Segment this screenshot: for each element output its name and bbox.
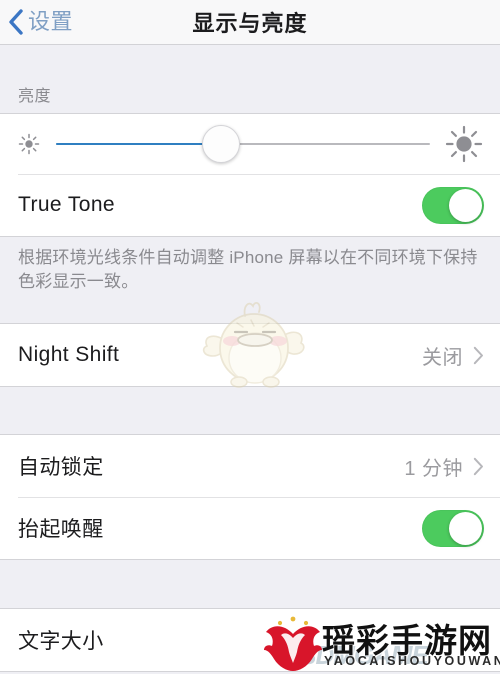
true-tone-toggle[interactable]	[422, 186, 484, 224]
sun-small-icon	[18, 133, 40, 155]
chevron-right-icon	[473, 457, 483, 475]
text-size-row[interactable]: 文字大小	[0, 609, 500, 671]
spacer-top	[0, 45, 500, 85]
auto-lock-label: 自动锁定	[18, 456, 104, 479]
auto-lock-value: 1 分钟	[404, 457, 463, 480]
raise-to-wake-toggle[interactable]	[422, 509, 484, 547]
night-shift-value: 关闭	[422, 346, 463, 369]
slider-fill	[56, 143, 221, 145]
page-title: 显示与亮度	[192, 11, 308, 36]
true-tone-description: 根据环境光线条件自动调整 iPhone 屏幕以在不同环境下保持色彩显示一致。	[0, 237, 500, 323]
night-shift-card: Night Shift 关闭	[0, 323, 500, 387]
brightness-slider-row	[0, 114, 500, 174]
navigation-bar: 设置 显示与亮度	[0, 0, 500, 45]
slider-thumb[interactable]	[201, 125, 240, 163]
sun-large-icon	[445, 125, 483, 163]
chevron-right-icon	[473, 346, 483, 364]
brightness-section-header: 亮度	[0, 85, 500, 113]
toggle-knob	[449, 511, 482, 545]
true-tone-row[interactable]: True Tone	[0, 174, 500, 236]
ios-settings-screen: 设置 显示与亮度 亮度 True Tone 根据环境光线条件自动调整 iPhon…	[0, 0, 500, 674]
night-shift-label: Night Shift	[18, 343, 120, 366]
raise-to-wake-label: 抬起唤醒	[18, 518, 104, 541]
text-size-card: 文字大小	[0, 608, 500, 672]
lock-card: 自动锁定 1 分钟 抬起唤醒	[0, 434, 500, 560]
text-size-label: 文字大小	[18, 630, 104, 653]
raise-to-wake-row[interactable]: 抬起唤醒	[0, 497, 500, 559]
spacer-middle	[0, 387, 500, 434]
true-tone-label: True Tone	[18, 193, 115, 216]
spacer-bottom	[0, 560, 500, 608]
brightness-card: True Tone	[0, 113, 500, 237]
auto-lock-row[interactable]: 自动锁定 1 分钟	[0, 435, 500, 497]
night-shift-row[interactable]: Night Shift 关闭	[0, 324, 500, 386]
brightness-slider[interactable]	[56, 125, 430, 163]
toggle-knob	[449, 188, 482, 222]
